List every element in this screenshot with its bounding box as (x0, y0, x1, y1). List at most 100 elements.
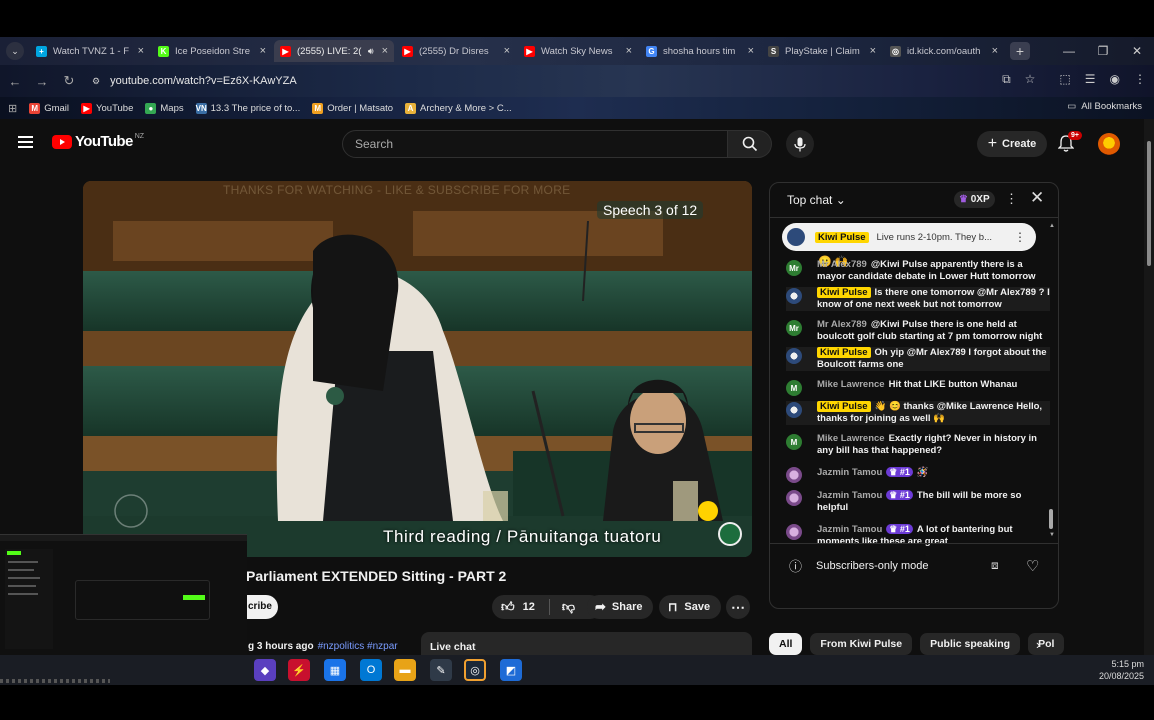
chat-message[interactable]: Jazmin Tamou ♛ #1 🪅 (786, 466, 1050, 483)
chat-message[interactable]: Kiwi Pulse 👋 😊 thanks @Mike Lawrence Hell… (786, 401, 1050, 425)
chat-message[interactable]: Kiwi Pulse Is there one tomorrow @Mr Alex… (786, 287, 1050, 311)
search-input[interactable]: Search (342, 130, 728, 158)
share-button[interactable]: ➦ Share (587, 595, 653, 619)
back-icon[interactable]: ← (3, 74, 27, 89)
tab-close-icon[interactable]: × (260, 45, 266, 57)
heart-icon[interactable]: ♡ (1026, 557, 1039, 575)
pinned-menu-icon[interactable]: ⋮ (1014, 230, 1026, 244)
browser-menu-icon[interactable]: ⋮ (1134, 72, 1146, 87)
taskbar-outlook-icon[interactable]: O (360, 659, 382, 681)
hashtags[interactable]: #nzpolitics #nzpar (318, 641, 398, 652)
chat-author[interactable]: Mike Lawrence (817, 433, 885, 444)
notifications-button[interactable]: 9+ (1057, 131, 1082, 153)
taskbar-clock[interactable]: 5:15 pm 20/08/2025 (1099, 658, 1144, 682)
filter-chip[interactable]: From Kiwi Pulse (810, 633, 913, 655)
pinned-message[interactable]: Kiwi Pulse Live runs 2-10pm. They b... ⋮ (782, 223, 1036, 251)
chat-author[interactable]: Kiwi Pulse (817, 347, 871, 358)
site-info-icon[interactable]: ⚙ (92, 76, 100, 87)
browser-tab[interactable]: S PlayStake | Claim × (762, 40, 882, 62)
bookmark-item[interactable]: ▶ YouTube (81, 102, 133, 114)
browser-tab[interactable]: ▶ (2555) Dr Disres × (396, 40, 516, 62)
url-field[interactable]: ⚙ youtube.com/watch?v=Ez6X-KAwYZA (84, 69, 1034, 93)
picture-in-picture-overlay[interactable] (0, 534, 247, 674)
tab-close-icon[interactable]: × (138, 45, 144, 57)
tab-close-icon[interactable]: × (382, 45, 388, 57)
chat-menu-icon[interactable]: ⋮ (1005, 191, 1018, 207)
all-bookmarks[interactable]: ▭ All Bookmarks (1067, 101, 1142, 112)
bookmark-item[interactable]: M Gmail (29, 102, 69, 114)
page-scroll-thumb[interactable] (1147, 141, 1151, 266)
bookmark-item[interactable]: M Order | Matsato (312, 102, 393, 114)
browser-tab[interactable]: ▶ Watch Sky News × (518, 40, 638, 62)
apps-grid-icon[interactable]: ⊞ (8, 102, 17, 115)
like-count[interactable]: 12 (523, 601, 535, 613)
tab-close-icon[interactable]: × (748, 45, 754, 57)
bookmark-item[interactable]: ● Maps (145, 102, 184, 114)
create-button[interactable]: + Create (977, 131, 1047, 157)
chat-mode-dropdown[interactable]: Top chat ⌄ (787, 193, 846, 207)
tab-close-icon[interactable]: × (870, 45, 876, 57)
more-actions-button[interactable]: ⋯ (726, 595, 750, 619)
chat-message[interactable]: Mr Mr Alex789 @Kiwi Pulse there is one hel… (786, 319, 1050, 343)
browser-tab[interactable]: ▶ (2555) LIVE: 2(🔊︎ × (274, 40, 394, 62)
chat-author[interactable]: Kiwi Pulse (817, 401, 871, 412)
filter-chip[interactable]: Public speaking (920, 633, 1021, 655)
dislike-icon[interactable]: 👎︎ (562, 599, 575, 615)
save-button[interactable]: ⊓ Save (659, 595, 721, 619)
taskbar-app-icon-1[interactable]: ◆ (254, 659, 276, 681)
tab-close-icon[interactable]: × (626, 45, 632, 57)
taskbar-steam-icon[interactable]: ◎ (464, 659, 486, 681)
reading-list-icon[interactable]: ☰ (1085, 72, 1096, 87)
chat-author[interactable]: Mr Alex789 (817, 319, 867, 330)
new-tab-button[interactable]: + (1010, 42, 1030, 60)
chat-message[interactable]: M Mike Lawrence Hit that LIKE button Whana… (786, 379, 1050, 396)
browser-tab[interactable]: ◎ id.kick.com/oauth × (884, 40, 1004, 62)
guide-menu-icon[interactable] (18, 136, 33, 148)
chat-author[interactable]: Kiwi Pulse (817, 287, 871, 298)
taskbar-store-icon[interactable]: ▦ (324, 659, 346, 681)
forward-icon[interactable]: → (30, 74, 54, 89)
chat-author[interactable]: Mike Lawrence (817, 379, 885, 390)
chat-author[interactable]: Jazmin Tamou (817, 490, 882, 501)
like-icon[interactable]: 👍︎ (501, 599, 515, 615)
chat-scrollbar[interactable]: ▲ ▼ (1049, 223, 1055, 543)
chat-author[interactable]: Jazmin Tamou (817, 467, 882, 478)
taskbar-app-icon-6[interactable]: ✎ (430, 659, 452, 681)
chat-author[interactable]: Mr Alex789 (817, 259, 867, 270)
chat-message[interactable]: M Mike Lawrence Exactly right? Never in hi… (786, 433, 1050, 457)
browser-tab[interactable]: + Watch TVNZ 1 - F × (30, 40, 150, 62)
filter-chip[interactable]: All (769, 633, 803, 655)
bookmark-item[interactable]: A Archery & More > C... (405, 102, 512, 114)
bookmark-star-icon[interactable]: ☆ (1025, 72, 1036, 87)
profile-icon[interactable]: ◉ (1110, 72, 1120, 87)
close-window-icon[interactable]: ✕ (1120, 44, 1154, 58)
close-chat-icon[interactable]: ✕ (1030, 188, 1044, 208)
extensions-icon[interactable]: ⬚ (1059, 72, 1070, 87)
bookmark-item[interactable]: VN 13.3 The price of to... (195, 102, 300, 114)
maximize-icon[interactable]: ❐ (1086, 44, 1120, 58)
taskbar-explorer-icon[interactable]: ▬ (394, 659, 416, 681)
subscribe-button[interactable]: cribe (247, 595, 278, 619)
voice-search-button[interactable] (786, 130, 814, 158)
tab-audio-icon[interactable]: 🔊︎ (368, 46, 374, 57)
youtube-logo[interactable]: YouTube NZ (52, 133, 144, 150)
chat-message[interactable]: Kiwi Pulse Oh yip @Mr Alex789 I forgot ab… (786, 347, 1050, 371)
browser-tab[interactable]: K Ice Poseidon Stre × (152, 40, 272, 62)
browser-tab[interactable]: Gshosha hours tim × (640, 40, 760, 62)
search-button[interactable] (728, 130, 772, 158)
xp-badge[interactable]: ♛ 0XP (954, 191, 995, 208)
video-player[interactable]: THANKS FOR WATCHING - LIKE & SUBSCRIBE F… (83, 181, 752, 557)
minimize-icon[interactable]: — (1052, 44, 1086, 58)
tab-search-button[interactable]: ⌄ (6, 42, 24, 60)
account-avatar[interactable] (1098, 133, 1120, 155)
install-app-icon[interactable]: ⧉ (1002, 72, 1011, 87)
chat-message[interactable]: Jazmin Tamou ♛ #1 The bill will be more so… (786, 489, 1050, 514)
chat-author[interactable]: Jazmin Tamou (817, 524, 882, 535)
reload-icon[interactable]: ↻ (57, 73, 81, 89)
membership-icon[interactable]: ⧈ (991, 558, 999, 573)
tab-close-icon[interactable]: × (504, 45, 510, 57)
page-scrollbar[interactable] (1144, 119, 1154, 655)
taskbar-app-icon-8[interactable]: ◩ (500, 659, 522, 681)
taskbar-app-icon-2[interactable]: ⚡ (288, 659, 310, 681)
chips-next-icon[interactable]: › (1036, 637, 1040, 652)
